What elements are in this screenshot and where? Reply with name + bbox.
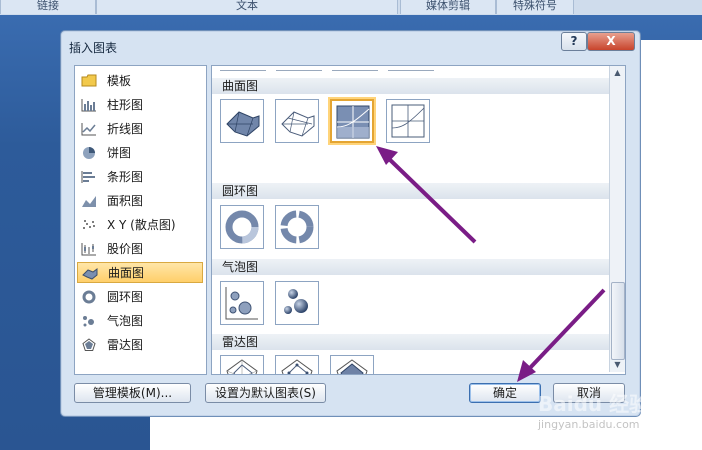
help-button[interactable]: ? (561, 32, 587, 51)
scroll-up-icon[interactable]: ▲ (610, 66, 625, 80)
category-label: 柱形图 (107, 98, 144, 112)
ribbon-group-media: 媒体剪辑 (400, 0, 496, 14)
category-label: 气泡图 (107, 314, 144, 328)
surface-chart-icon (82, 266, 98, 280)
category-area[interactable]: 面积图 (77, 190, 203, 211)
category-stock[interactable]: 股价图 (77, 238, 203, 259)
gallery-scrollbar[interactable]: ▲ ▼ (609, 66, 625, 372)
filled-radar-icon[interactable] (330, 355, 374, 374)
watermark-url: jingyan.baidu.com (538, 418, 640, 431)
radar-icon[interactable] (220, 355, 264, 374)
column-chart-icon (81, 98, 97, 112)
bar-chart-icon (81, 170, 97, 184)
3d-surface-icon[interactable] (220, 99, 264, 143)
ok-button[interactable]: 确定 (469, 383, 541, 403)
ribbon-group-text: 文本 (96, 0, 398, 14)
category-line[interactable]: 折线图 (77, 118, 203, 139)
radar-chart-icon (81, 337, 97, 352)
category-label: 折线图 (107, 122, 144, 136)
category-column[interactable]: 柱形图 (77, 94, 203, 115)
exploded-doughnut-icon[interactable] (275, 205, 319, 249)
folder-icon (81, 74, 97, 88)
section-radar-header: 雷达图 (212, 334, 610, 350)
bubble-chart-icon (81, 314, 97, 328)
manage-templates-button[interactable]: 管理模板(M)... (74, 383, 191, 403)
chart-category-list: 模板 柱形图 折线图 饼图 条形图 面积图 X Y (散点图) 股价图 曲面图 … (74, 65, 207, 375)
3d-bubble-icon[interactable] (275, 281, 319, 325)
category-templates[interactable]: 模板 (77, 70, 203, 91)
gallery-peek (388, 66, 434, 71)
category-radar[interactable]: 雷达图 (77, 334, 203, 355)
doughnut-chart-icon (81, 290, 97, 304)
document-page-right (640, 40, 702, 450)
ribbon-strip: 链接 文本 媒体剪辑 特殊符号 (0, 0, 702, 16)
bubble-icon[interactable] (220, 281, 264, 325)
gallery-peek (276, 66, 322, 71)
line-chart-icon (81, 122, 97, 136)
category-label: 曲面图 (108, 266, 145, 280)
pie-chart-icon (81, 146, 97, 160)
gallery-peek (220, 66, 266, 71)
scroll-thumb[interactable] (611, 282, 625, 360)
category-scatter[interactable]: X Y (散点图) (77, 214, 203, 235)
area-chart-icon (81, 194, 97, 208)
category-label: 股价图 (107, 242, 144, 256)
scroll-down-icon[interactable]: ▼ (610, 358, 625, 372)
category-label: 面积图 (107, 194, 144, 208)
insert-chart-dialog: 插入图表 ? X 模板 柱形图 折线图 饼图 条形图 面积图 X Y (散点图)… (60, 30, 641, 417)
set-default-chart-button[interactable]: 设置为默认图表(S) (205, 383, 326, 403)
category-label: 圆环图 (107, 290, 144, 304)
ribbon-group-links: 链接 (0, 0, 96, 14)
section-doughnut-header: 圆环图 (212, 183, 610, 199)
dialog-title: 插入图表 (69, 41, 118, 55)
close-button[interactable]: X (587, 32, 635, 51)
category-label: 饼图 (107, 146, 132, 160)
radar-markers-icon[interactable] (275, 355, 319, 374)
stock-chart-icon (81, 242, 97, 256)
category-pie[interactable]: 饼图 (77, 142, 203, 163)
category-label: X Y (散点图) (107, 218, 176, 232)
contour-icon[interactable] (330, 99, 374, 143)
ribbon-group-symbols: 特殊符号 (496, 0, 574, 14)
category-bubble[interactable]: 气泡图 (77, 310, 203, 331)
section-surface-header: 曲面图 (212, 78, 610, 94)
category-surface[interactable]: 曲面图 (77, 262, 203, 283)
chart-gallery: 曲面图 圆环图 气泡图 雷达图 (211, 65, 626, 375)
category-doughnut[interactable]: 圆环图 (77, 286, 203, 307)
wireframe-3d-surface-icon[interactable] (275, 99, 319, 143)
section-bubble-header: 气泡图 (212, 259, 610, 275)
doughnut-icon[interactable] (220, 205, 264, 249)
wireframe-contour-icon[interactable] (386, 99, 430, 143)
category-bar[interactable]: 条形图 (77, 166, 203, 187)
category-label: 条形图 (107, 170, 144, 184)
category-label: 模板 (107, 74, 132, 88)
scatter-chart-icon (81, 218, 97, 232)
category-label: 雷达图 (107, 338, 144, 352)
watermark-logo: Baidu 经验 (538, 392, 650, 416)
gallery-peek (332, 66, 378, 71)
